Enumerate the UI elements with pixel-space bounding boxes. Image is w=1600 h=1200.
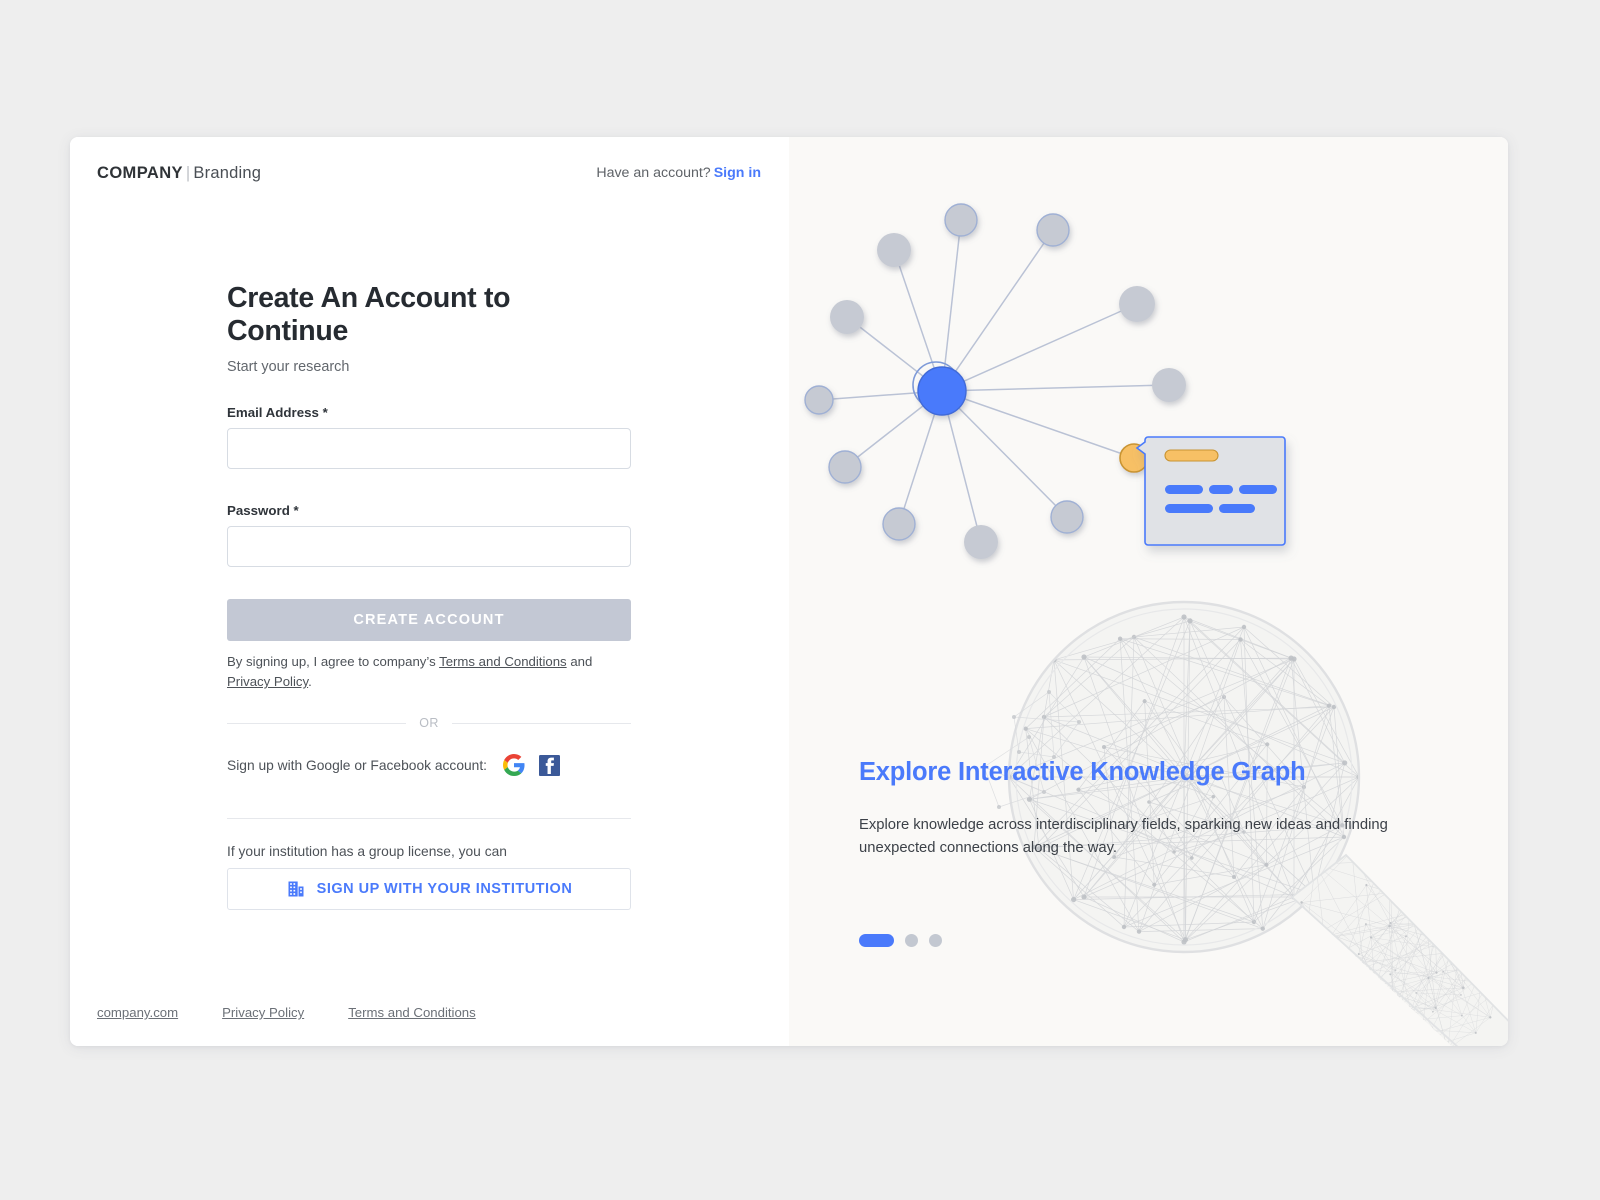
- create-account-button[interactable]: CREATE ACCOUNT: [227, 599, 631, 641]
- footer-link-terms[interactable]: Terms and Conditions: [348, 1005, 476, 1020]
- social-signup-row: Sign up with Google or Facebook account:: [227, 754, 631, 776]
- password-field[interactable]: [227, 526, 631, 567]
- building-icon: [286, 879, 306, 899]
- carousel-indicators: [859, 934, 942, 947]
- signup-form: Create An Account to Continue Start your…: [227, 282, 631, 910]
- page-subtitle: Start your research: [227, 359, 631, 375]
- footer-link-privacy[interactable]: Privacy Policy: [222, 1005, 304, 1020]
- sign-in-link[interactable]: Sign in: [714, 165, 761, 181]
- password-label: Password *: [227, 503, 631, 518]
- page-root: COMPANY|Branding Have an account?Sign in…: [0, 0, 1600, 1200]
- graph-nodes: [805, 204, 1186, 559]
- terms-suffix: .: [308, 674, 312, 689]
- page-title: Create An Account to Continue: [227, 282, 631, 348]
- brand-logo: COMPANY|Branding: [97, 164, 261, 183]
- institution-signup-button[interactable]: SIGN UP WITH YOUR INSTITUTION: [227, 868, 631, 910]
- terms-notice: By signing up, I agree to company’s Term…: [227, 652, 631, 693]
- have-account-block: Have an account?Sign in: [596, 165, 761, 181]
- or-divider: OR: [227, 716, 631, 730]
- carousel-dot-1[interactable]: [859, 934, 894, 947]
- institution-signup-label: SIGN UP WITH YOUR INSTITUTION: [317, 881, 573, 897]
- knowledge-graph-illustration: [789, 182, 1429, 602]
- email-field[interactable]: [227, 428, 631, 469]
- promo-panel: Explore Interactive Knowledge Graph Expl…: [789, 137, 1508, 1046]
- facebook-icon[interactable]: [539, 755, 560, 776]
- email-label: Email Address *: [227, 405, 631, 420]
- terms-prefix: By signing up, I agree to company’s: [227, 654, 439, 669]
- node-detail-card: [1137, 437, 1285, 545]
- footer-links: company.com Privacy Policy Terms and Con…: [97, 1005, 476, 1020]
- institution-note: If your institution has a group license,…: [227, 844, 631, 859]
- social-signup-label: Sign up with Google or Facebook account:: [227, 758, 487, 773]
- promo-text-block: Explore Interactive Knowledge Graph Expl…: [859, 757, 1419, 859]
- footer-link-company[interactable]: company.com: [97, 1005, 178, 1020]
- google-icon[interactable]: [503, 754, 525, 776]
- brand-subtitle: Branding: [193, 164, 261, 182]
- graph-edges: [819, 220, 1169, 542]
- section-divider: [227, 818, 631, 819]
- brand-company-name: COMPANY: [97, 164, 183, 182]
- divider-line-left: [227, 723, 406, 724]
- divider-label: OR: [406, 716, 452, 730]
- promo-description: Explore knowledge across interdisciplina…: [859, 814, 1399, 860]
- divider-line-right: [452, 723, 631, 724]
- promo-title: Explore Interactive Knowledge Graph: [859, 757, 1419, 788]
- carousel-dot-2[interactable]: [905, 934, 918, 947]
- card-accent-bar: [1165, 450, 1218, 461]
- brand-separator: |: [186, 164, 191, 182]
- have-account-text: Have an account?: [596, 165, 710, 181]
- signup-panel: COMPANY|Branding Have an account?Sign in…: [70, 137, 789, 1046]
- terms-middle: and: [567, 654, 593, 669]
- brand-bar: COMPANY|Branding Have an account?Sign in: [70, 137, 789, 209]
- terms-and-conditions-link[interactable]: Terms and Conditions: [439, 654, 567, 669]
- privacy-policy-link[interactable]: Privacy Policy: [227, 674, 308, 689]
- carousel-dot-3[interactable]: [929, 934, 942, 947]
- auth-card: COMPANY|Branding Have an account?Sign in…: [70, 137, 1508, 1046]
